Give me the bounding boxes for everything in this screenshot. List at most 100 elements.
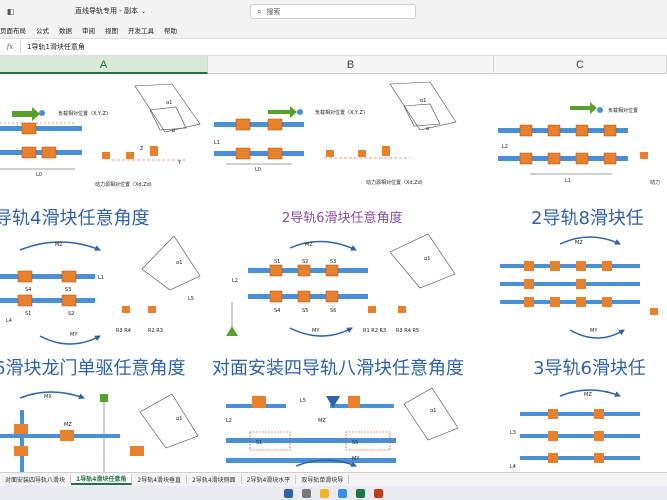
formula-input[interactable]: 1导轨1滑块任意角 — [27, 42, 85, 52]
rail — [0, 126, 82, 131]
a1-l0-label: L0 — [36, 172, 42, 178]
fx-icon[interactable]: fx — [0, 43, 20, 51]
slider-block — [235, 118, 251, 131]
c1-drive-label: 动力 — [650, 179, 660, 186]
c2-my-label: MY — [590, 328, 598, 334]
document-title[interactable]: 直线导轨专用 - 副本 ⌄ — [75, 6, 146, 16]
slider-block — [269, 264, 283, 277]
c1-l2-label: L2 — [502, 144, 508, 150]
rail — [20, 410, 24, 472]
b2-alpha1-label: α1 — [424, 256, 430, 262]
slider-block — [326, 150, 334, 157]
diagram-a2: MZ S4 S3 S1 S2 L1 L4 MY R3 R4 R2 R3 α1 L… — [0, 235, 201, 345]
worksheet-grid[interactable]: 负载相对位置（X,Y,Z) L0 Y Z 动力源相对位置（Xd,Zd) α1 α — [0, 74, 667, 472]
slider-block — [548, 453, 558, 463]
diagram-c3: MZ L3 L4 — [510, 389, 640, 470]
column-header-c[interactable]: C — [494, 56, 667, 74]
rail — [0, 274, 95, 279]
b2-s6-label: S6 — [330, 308, 336, 314]
c3-title[interactable]: 3导轨6滑块任 — [533, 358, 646, 379]
c3-mz-label: MZ — [584, 392, 592, 398]
slider-block — [547, 124, 561, 137]
autosave-icon[interactable]: ◧ — [6, 7, 15, 16]
b3-alpha1-label: α1 — [430, 408, 436, 414]
tab-view[interactable]: 视图 — [100, 25, 123, 35]
rail — [214, 151, 304, 156]
a2-s2-label: S2 — [68, 311, 74, 317]
sheet-tab[interactable]: 2导轨4滑块侧面 — [187, 475, 242, 484]
a2-r3r4-label: R3 R4 — [116, 328, 131, 334]
title-bar: ◧ 直线导轨专用 - 副本 ⌄ ⌕ 搜索 — [0, 0, 667, 22]
rail — [520, 434, 640, 438]
tab-review[interactable]: 审阅 — [77, 25, 100, 35]
slider-block — [398, 306, 406, 313]
slider-block — [325, 264, 339, 277]
slider-block — [382, 146, 390, 156]
tab-formulas[interactable]: 公式 — [31, 25, 54, 35]
a1-alpha1-label: α1 — [166, 100, 172, 106]
slider-block — [348, 396, 360, 408]
slider-block — [524, 261, 534, 271]
drive-arrow-icon — [570, 102, 597, 114]
slider-block — [358, 150, 366, 157]
column-header-b[interactable]: B — [208, 56, 494, 74]
sheet-tab[interactable]: 2导轨4滑块水平 — [242, 475, 297, 484]
load-point-icon — [39, 110, 45, 116]
slider-block — [267, 118, 283, 131]
a2-s3-label: S3 — [65, 287, 71, 293]
sheet-tab[interactable]: 对面安装四导轨八滑块 — [0, 475, 72, 484]
start-icon[interactable] — [284, 488, 293, 498]
tab-developer[interactable]: 开发工具 — [123, 25, 159, 35]
b3-s1-label: S1 — [256, 440, 262, 446]
a3-mz-label: MZ — [64, 422, 72, 428]
slider-block — [297, 290, 311, 303]
c1-load-label: 负载相对位置 — [608, 107, 638, 114]
sheet-tab[interactable]: 双导轨单滑块导 — [296, 475, 350, 484]
c2-title[interactable]: 2导轨8滑块任 — [531, 208, 644, 229]
slider-block — [548, 431, 558, 441]
b1-load-label: 负载相对位置（X,Y,Z) — [315, 109, 365, 116]
tab-page-layout[interactable]: 页面布局 — [0, 25, 31, 35]
tab-data[interactable]: 数据 — [54, 25, 77, 35]
slider-block — [519, 124, 533, 137]
b3-my-label: MY — [352, 456, 360, 462]
diagram-c2: MZ MY — [500, 236, 658, 339]
b1-alpha1-label: α1 — [420, 98, 426, 104]
a1-load-label: 负载相对位置（X,Y,Z) — [58, 110, 108, 117]
sheet-tabs-bar: 对面安装四导轨八滑块 1导轨4滑块任意角 2导轨4滑块垂直 2导轨4滑块侧面 2… — [0, 472, 667, 486]
slider-block — [21, 146, 37, 159]
b3-l5-label: L5 — [300, 398, 306, 404]
rail — [0, 298, 95, 303]
slider-block — [650, 308, 658, 315]
a2-title[interactable]: 导轨4滑块任意角度 — [0, 208, 149, 229]
b2-title[interactable]: 2导轨6滑块任意角度 — [282, 210, 403, 226]
folder-icon[interactable] — [320, 488, 329, 498]
slider-block — [21, 122, 37, 135]
app-icon[interactable] — [374, 488, 383, 498]
excel-icon[interactable] — [356, 488, 365, 498]
slider-block — [575, 124, 589, 137]
b3-title[interactable]: 对面安装四导轨八滑块任意角度 — [212, 358, 464, 379]
c3-l4-label: L4 — [510, 464, 516, 470]
search-taskbar-icon[interactable] — [302, 488, 311, 498]
c3-l3-label: L3 — [510, 430, 516, 436]
a3-alpha1-label: α1 — [176, 416, 182, 422]
a3-title[interactable]: 6滑块龙门单驱任意角度 — [0, 358, 185, 379]
search-box[interactable]: ⌕ 搜索 — [250, 4, 416, 19]
column-headers: A B C — [0, 56, 667, 74]
tab-help[interactable]: 帮助 — [159, 25, 182, 35]
column-header-a[interactable]: A — [0, 56, 208, 74]
b2-s1-label: S1 — [274, 259, 280, 265]
sheet-tab[interactable]: 2导轨4滑块垂直 — [132, 475, 188, 484]
slider-block — [575, 152, 589, 165]
b2-r1r2r3-label: R1 R2 R3 — [363, 328, 386, 334]
slider-block — [594, 409, 604, 419]
ribbon-tabs: 页面布局 公式 数据 审阅 视图 开发工具 帮助 — [0, 22, 667, 38]
a3-mx-label: MX — [44, 394, 52, 400]
sheet-tab-active[interactable]: 1导轨4滑块任意角 — [71, 474, 133, 485]
slider-block — [60, 430, 74, 441]
search-placeholder: 搜索 — [266, 7, 281, 16]
browser-icon[interactable] — [338, 488, 347, 498]
chevron-down-icon[interactable]: ⌄ — [141, 8, 146, 15]
b1-drive-label: 动力源相对位置（Xd,Zd) — [366, 179, 423, 186]
